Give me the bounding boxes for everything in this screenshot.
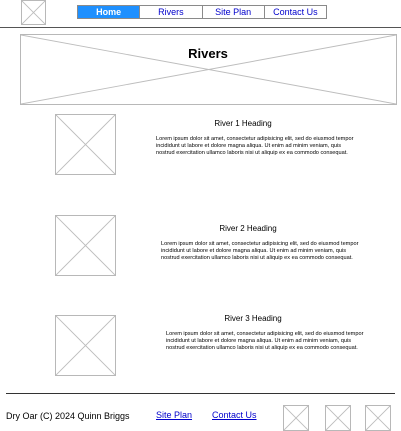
river-2-image <box>55 215 116 276</box>
hero-banner-placeholder <box>20 34 397 105</box>
river-3-text: Lorem ipsum dolor sit amet, consectetur … <box>166 331 364 352</box>
river-1-text: Lorem ipsum dolor sit amet, consectetur … <box>156 136 354 157</box>
page-title: Rivers <box>188 46 228 61</box>
footer-contact-link[interactable]: Contact Us <box>212 410 257 420</box>
footer-icon-2[interactable] <box>325 405 351 431</box>
nav-home[interactable]: Home <box>78 6 140 18</box>
river-1-heading: River 1 Heading <box>214 119 272 128</box>
footer-icon-1[interactable] <box>283 405 309 431</box>
copyright-text: Dry Oar (C) 2024 Quinn Briggs <box>6 411 130 421</box>
footer-divider <box>6 393 395 394</box>
river-3-image <box>55 315 116 376</box>
footer-site-plan-link[interactable]: Site Plan <box>156 410 192 420</box>
header-divider <box>0 27 401 28</box>
river-2-heading: River 2 Heading <box>219 224 277 233</box>
top-nav: Home Rivers Site Plan Contact Us <box>77 5 327 19</box>
nav-rivers[interactable]: Rivers <box>139 6 201 18</box>
river-2-text: Lorem ipsum dolor sit amet, consectetur … <box>161 241 359 262</box>
nav-site-plan[interactable]: Site Plan <box>201 6 264 18</box>
river-1-image <box>55 114 116 175</box>
river-3-heading: River 3 Heading <box>224 314 282 323</box>
nav-contact-us[interactable]: Contact Us <box>263 6 326 18</box>
footer-icon-3[interactable] <box>365 405 391 431</box>
logo-placeholder <box>21 0 46 25</box>
